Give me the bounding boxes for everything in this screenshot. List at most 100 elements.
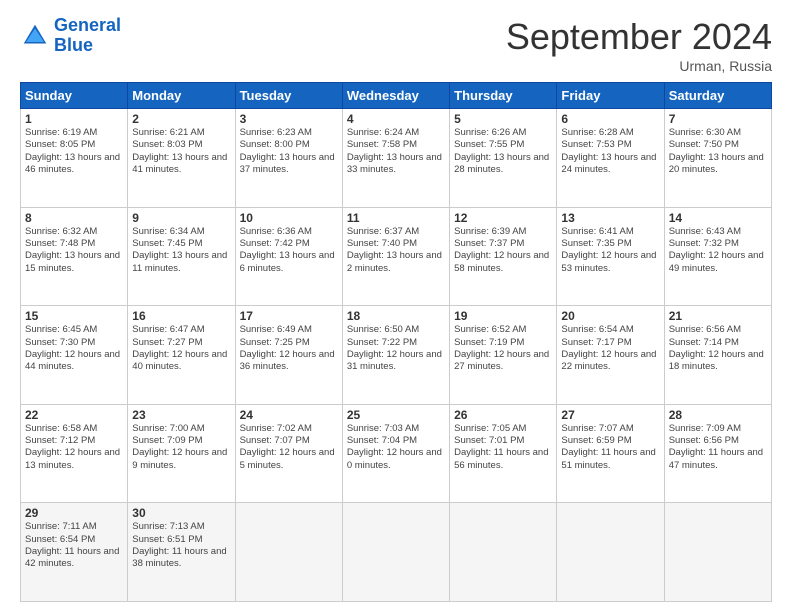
day-number: 23 [132, 408, 230, 422]
calendar-cell: 24 Sunrise: 7:02 AM Sunset: 7:07 PM Dayl… [235, 404, 342, 503]
day-number: 24 [240, 408, 338, 422]
day-number: 22 [25, 408, 123, 422]
calendar-cell: 14 Sunrise: 6:43 AM Sunset: 7:32 PM Dayl… [664, 207, 771, 306]
day-content: Sunrise: 6:24 AM Sunset: 7:58 PM Dayligh… [347, 127, 445, 176]
logo: General Blue [20, 16, 121, 56]
calendar-cell: 5 Sunrise: 6:26 AM Sunset: 7:55 PM Dayli… [450, 109, 557, 208]
calendar-cell: 29 Sunrise: 7:11 AM Sunset: 6:54 PM Dayl… [21, 503, 128, 602]
day-number: 21 [669, 309, 767, 323]
day-number: 7 [669, 112, 767, 126]
calendar-cell: 18 Sunrise: 6:50 AM Sunset: 7:22 PM Dayl… [342, 306, 449, 405]
day-content: Sunrise: 6:21 AM Sunset: 8:03 PM Dayligh… [132, 127, 230, 176]
day-number: 16 [132, 309, 230, 323]
day-content: Sunrise: 6:47 AM Sunset: 7:27 PM Dayligh… [132, 324, 230, 373]
calendar-cell: 16 Sunrise: 6:47 AM Sunset: 7:27 PM Dayl… [128, 306, 235, 405]
calendar-cell: 13 Sunrise: 6:41 AM Sunset: 7:35 PM Dayl… [557, 207, 664, 306]
calendar-row: 15 Sunrise: 6:45 AM Sunset: 7:30 PM Dayl… [21, 306, 772, 405]
day-number: 30 [132, 506, 230, 520]
day-content: Sunrise: 6:37 AM Sunset: 7:40 PM Dayligh… [347, 226, 445, 275]
month-title: September 2024 [506, 16, 772, 58]
day-content: Sunrise: 6:41 AM Sunset: 7:35 PM Dayligh… [561, 226, 659, 275]
col-sunday: Sunday [21, 83, 128, 109]
day-number: 6 [561, 112, 659, 126]
day-number: 20 [561, 309, 659, 323]
calendar-cell: 12 Sunrise: 6:39 AM Sunset: 7:37 PM Dayl… [450, 207, 557, 306]
day-number: 28 [669, 408, 767, 422]
calendar-cell: 28 Sunrise: 7:09 AM Sunset: 6:56 PM Dayl… [664, 404, 771, 503]
calendar-cell [664, 503, 771, 602]
calendar-cell: 9 Sunrise: 6:34 AM Sunset: 7:45 PM Dayli… [128, 207, 235, 306]
calendar-cell: 23 Sunrise: 7:00 AM Sunset: 7:09 PM Dayl… [128, 404, 235, 503]
col-monday: Monday [128, 83, 235, 109]
day-content: Sunrise: 7:05 AM Sunset: 7:01 PM Dayligh… [454, 423, 552, 472]
day-number: 4 [347, 112, 445, 126]
calendar-row: 1 Sunrise: 6:19 AM Sunset: 8:05 PM Dayli… [21, 109, 772, 208]
calendar-cell: 21 Sunrise: 6:56 AM Sunset: 7:14 PM Dayl… [664, 306, 771, 405]
day-content: Sunrise: 6:39 AM Sunset: 7:37 PM Dayligh… [454, 226, 552, 275]
col-tuesday: Tuesday [235, 83, 342, 109]
day-number: 8 [25, 211, 123, 225]
col-saturday: Saturday [664, 83, 771, 109]
calendar-cell: 11 Sunrise: 6:37 AM Sunset: 7:40 PM Dayl… [342, 207, 449, 306]
col-wednesday: Wednesday [342, 83, 449, 109]
calendar-cell: 30 Sunrise: 7:13 AM Sunset: 6:51 PM Dayl… [128, 503, 235, 602]
day-content: Sunrise: 6:52 AM Sunset: 7:19 PM Dayligh… [454, 324, 552, 373]
day-content: Sunrise: 6:23 AM Sunset: 8:00 PM Dayligh… [240, 127, 338, 176]
calendar-cell: 1 Sunrise: 6:19 AM Sunset: 8:05 PM Dayli… [21, 109, 128, 208]
logo-icon [20, 21, 50, 51]
col-friday: Friday [557, 83, 664, 109]
calendar-cell: 19 Sunrise: 6:52 AM Sunset: 7:19 PM Dayl… [450, 306, 557, 405]
day-number: 18 [347, 309, 445, 323]
day-content: Sunrise: 7:03 AM Sunset: 7:04 PM Dayligh… [347, 423, 445, 472]
calendar-cell: 8 Sunrise: 6:32 AM Sunset: 7:48 PM Dayli… [21, 207, 128, 306]
day-content: Sunrise: 6:32 AM Sunset: 7:48 PM Dayligh… [25, 226, 123, 275]
col-thursday: Thursday [450, 83, 557, 109]
calendar-cell: 20 Sunrise: 6:54 AM Sunset: 7:17 PM Dayl… [557, 306, 664, 405]
calendar-cell [450, 503, 557, 602]
day-number: 27 [561, 408, 659, 422]
calendar-table: Sunday Monday Tuesday Wednesday Thursday… [20, 82, 772, 602]
calendar-cell: 7 Sunrise: 6:30 AM Sunset: 7:50 PM Dayli… [664, 109, 771, 208]
day-content: Sunrise: 7:11 AM Sunset: 6:54 PM Dayligh… [25, 521, 123, 570]
day-content: Sunrise: 6:50 AM Sunset: 7:22 PM Dayligh… [347, 324, 445, 373]
day-content: Sunrise: 6:58 AM Sunset: 7:12 PM Dayligh… [25, 423, 123, 472]
day-content: Sunrise: 6:19 AM Sunset: 8:05 PM Dayligh… [25, 127, 123, 176]
day-content: Sunrise: 6:28 AM Sunset: 7:53 PM Dayligh… [561, 127, 659, 176]
day-number: 5 [454, 112, 552, 126]
day-number: 15 [25, 309, 123, 323]
calendar-cell: 27 Sunrise: 7:07 AM Sunset: 6:59 PM Dayl… [557, 404, 664, 503]
calendar-row: 22 Sunrise: 6:58 AM Sunset: 7:12 PM Dayl… [21, 404, 772, 503]
title-section: September 2024 Urman, Russia [506, 16, 772, 74]
calendar-cell: 17 Sunrise: 6:49 AM Sunset: 7:25 PM Dayl… [235, 306, 342, 405]
calendar-cell: 4 Sunrise: 6:24 AM Sunset: 7:58 PM Dayli… [342, 109, 449, 208]
day-content: Sunrise: 6:26 AM Sunset: 7:55 PM Dayligh… [454, 127, 552, 176]
logo-text: General Blue [54, 16, 121, 56]
calendar-cell: 22 Sunrise: 6:58 AM Sunset: 7:12 PM Dayl… [21, 404, 128, 503]
day-number: 13 [561, 211, 659, 225]
day-number: 2 [132, 112, 230, 126]
day-number: 9 [132, 211, 230, 225]
day-content: Sunrise: 6:34 AM Sunset: 7:45 PM Dayligh… [132, 226, 230, 275]
calendar-cell: 6 Sunrise: 6:28 AM Sunset: 7:53 PM Dayli… [557, 109, 664, 208]
day-number: 29 [25, 506, 123, 520]
day-content: Sunrise: 7:00 AM Sunset: 7:09 PM Dayligh… [132, 423, 230, 472]
calendar-header-row: Sunday Monday Tuesday Wednesday Thursday… [21, 83, 772, 109]
day-number: 14 [669, 211, 767, 225]
day-number: 26 [454, 408, 552, 422]
location: Urman, Russia [506, 58, 772, 74]
day-number: 17 [240, 309, 338, 323]
calendar-cell [557, 503, 664, 602]
calendar-cell: 26 Sunrise: 7:05 AM Sunset: 7:01 PM Dayl… [450, 404, 557, 503]
day-number: 25 [347, 408, 445, 422]
calendar-cell [342, 503, 449, 602]
day-number: 1 [25, 112, 123, 126]
calendar-cell: 25 Sunrise: 7:03 AM Sunset: 7:04 PM Dayl… [342, 404, 449, 503]
day-number: 19 [454, 309, 552, 323]
day-number: 3 [240, 112, 338, 126]
day-number: 10 [240, 211, 338, 225]
day-content: Sunrise: 7:09 AM Sunset: 6:56 PM Dayligh… [669, 423, 767, 472]
calendar-row: 8 Sunrise: 6:32 AM Sunset: 7:48 PM Dayli… [21, 207, 772, 306]
day-content: Sunrise: 6:30 AM Sunset: 7:50 PM Dayligh… [669, 127, 767, 176]
day-content: Sunrise: 6:56 AM Sunset: 7:14 PM Dayligh… [669, 324, 767, 373]
day-content: Sunrise: 6:43 AM Sunset: 7:32 PM Dayligh… [669, 226, 767, 275]
